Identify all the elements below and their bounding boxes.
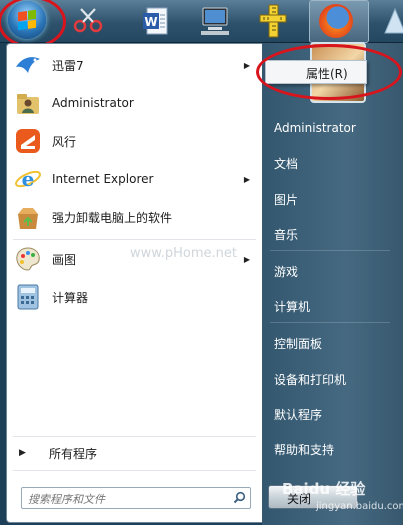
places-item-music[interactable]: 音乐: [274, 226, 298, 243]
svg-text:e: e: [22, 167, 35, 191]
all-programs-button[interactable]: ▶ 所有程序: [7, 440, 262, 466]
app-icon[interactable]: [375, 2, 403, 40]
internet-explorer-icon: e: [13, 164, 43, 194]
word-icon[interactable]: W: [136, 2, 176, 40]
screenshot-scissors-icon[interactable]: [68, 2, 108, 40]
menu-item-uninstaller[interactable]: 强力卸载电脑上的软件: [7, 200, 262, 234]
places-item-pictures[interactable]: 图片: [274, 191, 298, 208]
watermark-site: Baidu 经验: [282, 480, 366, 498]
places-item-control-panel[interactable]: 控制面板: [274, 335, 322, 352]
funshion-icon: [13, 126, 43, 156]
menu-item-administrator[interactable]: Administrator: [7, 86, 262, 120]
ruler-tool-icon[interactable]: [253, 2, 293, 40]
menu-divider: [13, 239, 256, 240]
paint-palette-icon: [13, 244, 43, 274]
menu-item-funshion[interactable]: 风行: [7, 124, 262, 158]
places-item-documents[interactable]: 文档: [274, 155, 298, 172]
computer-monitor-icon[interactable]: [196, 2, 236, 40]
start-menu-places-panel: Administrator 文档 图片 音乐 游戏 计算机 控制面板 设备和打印…: [262, 43, 403, 525]
calculator-icon: [13, 282, 43, 312]
menu-item-calculator[interactable]: 计算器: [7, 280, 262, 314]
menu-item-internet-explorer[interactable]: e Internet Explorer ▶: [7, 162, 262, 196]
places-divider: [270, 250, 390, 251]
menu-item-label: 风行: [52, 134, 77, 149]
places-item-games[interactable]: 游戏: [274, 263, 298, 280]
all-programs-arrow-icon: ▶: [19, 448, 26, 458]
menu-divider: [13, 436, 256, 437]
places-divider: [270, 322, 390, 323]
highlight-ring-properties: [256, 44, 402, 100]
menu-divider: [13, 470, 256, 471]
places-item-devices-printers[interactable]: 设备和打印机: [274, 371, 346, 388]
search-input[interactable]: [26, 490, 220, 508]
submenu-arrow-icon: ▶: [243, 60, 250, 70]
places-item-computer[interactable]: 计算机: [274, 298, 310, 315]
uninstall-box-icon: [13, 202, 43, 232]
menu-item-xunlei[interactable]: 迅雷7 ▶: [7, 48, 262, 82]
start-menu-programs-panel: 迅雷7 ▶ Administrator 风行 e Internet Explor…: [6, 43, 263, 523]
menu-item-label: Internet Explorer: [52, 172, 154, 186]
submenu-arrow-icon: ▶: [243, 254, 250, 264]
svg-text:W: W: [144, 15, 157, 29]
menu-item-label: 画图: [52, 252, 77, 267]
menu-item-label: 强力卸载电脑上的软件: [52, 210, 173, 225]
start-search-box[interactable]: [21, 487, 251, 509]
places-item-help-support[interactable]: 帮助和支持: [274, 441, 334, 458]
menu-item-label: 计算器: [52, 290, 89, 305]
menu-item-label: Administrator: [52, 96, 134, 110]
search-icon[interactable]: [233, 491, 246, 504]
submenu-arrow-icon: ▶: [243, 174, 250, 184]
firefox-icon: [319, 4, 353, 38]
watermark-left: www.pHome.net: [130, 246, 237, 261]
thunder-bird-icon: [13, 50, 43, 80]
places-item-administrator[interactable]: Administrator: [274, 121, 356, 135]
menu-item-label: 迅雷7: [52, 58, 84, 73]
all-programs-label: 所有程序: [49, 446, 98, 461]
watermark-url: jingyan.baidu.com: [316, 501, 403, 512]
places-item-default-programs[interactable]: 默认程序: [274, 406, 322, 423]
user-folder-icon: [13, 88, 43, 118]
